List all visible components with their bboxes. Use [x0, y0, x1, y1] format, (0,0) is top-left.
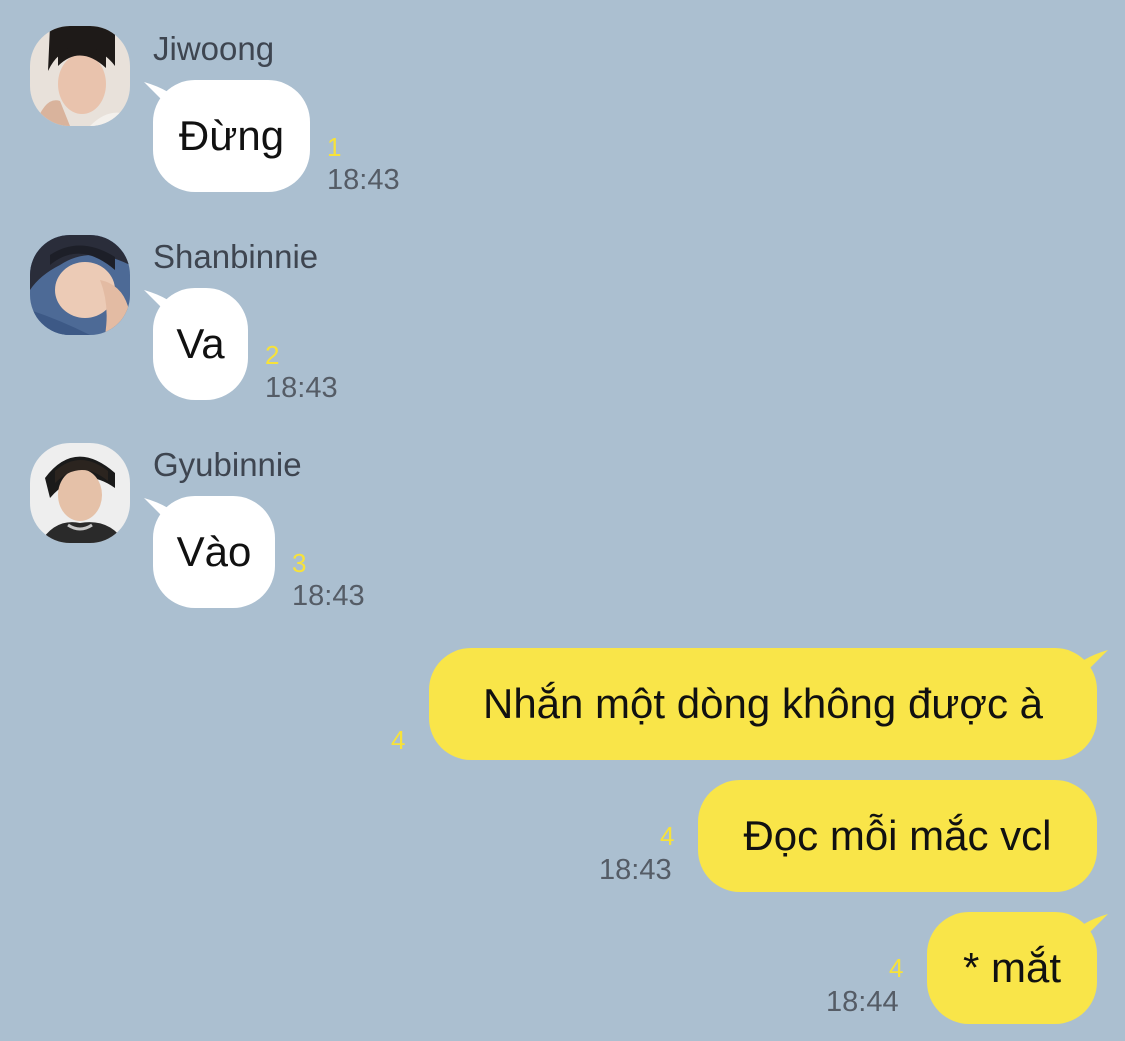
- message-bubble[interactable]: * mắt: [927, 912, 1097, 1024]
- message-text: Va: [176, 320, 225, 367]
- sender-name: Jiwoong: [153, 30, 275, 67]
- unread-count: 4: [889, 953, 904, 983]
- message-bubble[interactable]: Nhắn một dòng không được à: [429, 648, 1097, 760]
- sender-name: Shanbinnie: [153, 238, 319, 275]
- avatar-gyubinnie[interactable]: [30, 443, 130, 543]
- unread-count: 3: [292, 548, 307, 578]
- unread-count: 2: [265, 340, 280, 370]
- message-bubble[interactable]: Vào: [153, 496, 275, 608]
- user-avatar-icon: [30, 235, 130, 335]
- user-avatar-icon: [30, 443, 130, 543]
- message-timestamp: 18:43: [599, 854, 672, 886]
- message-bubble[interactable]: Đọc mỗi mắc vcl: [698, 780, 1097, 892]
- avatar-shanbinnie[interactable]: [30, 235, 130, 335]
- sender-name: Gyubinnie: [153, 446, 302, 483]
- unread-count: 4: [391, 725, 406, 755]
- message-text: Nhắn một dòng không được à: [482, 680, 1043, 727]
- unread-count: 1: [327, 132, 342, 162]
- user-avatar-icon: [30, 26, 130, 126]
- message-bubble[interactable]: Va: [153, 288, 248, 400]
- message-timestamp: 18:43: [327, 164, 400, 196]
- message-text: * mắt: [962, 944, 1062, 991]
- message-timestamp: 18:44: [826, 986, 899, 1018]
- message-bubble[interactable]: Đừng: [153, 80, 310, 192]
- message-timestamp: 18:43: [292, 580, 365, 612]
- message-text: Đọc mỗi mắc vcl: [743, 812, 1052, 859]
- message-text: Đừng: [178, 112, 285, 159]
- unread-count: 4: [660, 821, 675, 851]
- message-text: Vào: [176, 528, 252, 575]
- message-timestamp: 18:43: [265, 372, 338, 404]
- avatar-jiwoong[interactable]: [30, 26, 130, 126]
